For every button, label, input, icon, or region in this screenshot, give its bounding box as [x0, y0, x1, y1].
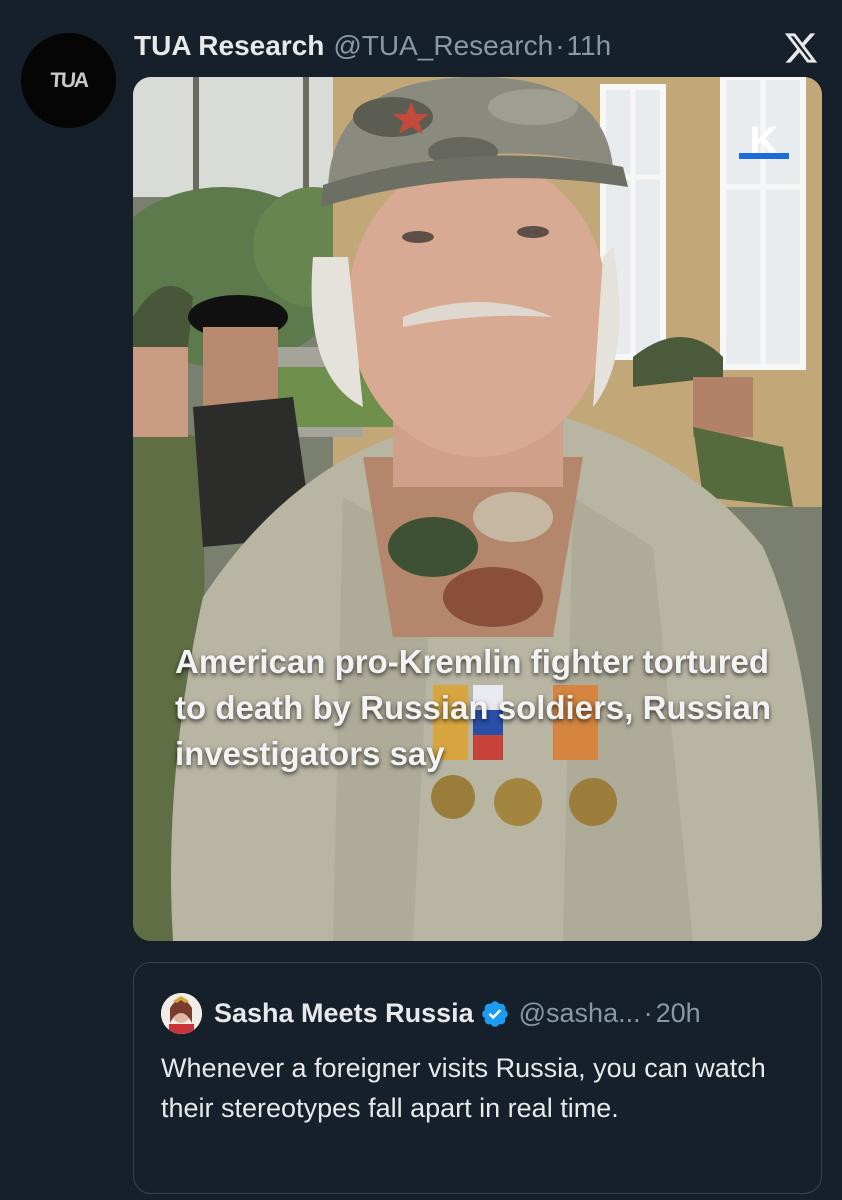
quoted-author-handle[interactable]: @sasha... [519, 998, 641, 1029]
x-logo-icon[interactable] [783, 30, 819, 66]
quoted-author-name[interactable]: Sasha Meets Russia [214, 998, 474, 1029]
quoted-header-separator: · [643, 998, 653, 1028]
author-avatar[interactable]: TUA [21, 33, 116, 128]
quoted-post-timestamp[interactable]: 20h [656, 998, 701, 1029]
media-caption-text: American pro-Kremlin fighter tortured to… [175, 643, 771, 772]
quoted-post-header: Sasha Meets Russia @sasha... · 20h [161, 993, 701, 1034]
tweet: TUA TUA Research @TUA_Research · 11h K A… [0, 0, 842, 1200]
photo-illustration [133, 77, 822, 941]
author-display-name[interactable]: TUA Research [134, 30, 324, 62]
quoted-avatar-image [161, 993, 202, 1034]
avatar-logo-text: TUA [49, 68, 88, 92]
header-separator: · [555, 30, 565, 61]
quoted-post-text: Whenever a foreigner visits Russia, you … [161, 1053, 766, 1123]
news-logo-underline [739, 153, 789, 159]
author-handle[interactable]: @TUA_Research [333, 30, 553, 62]
media-image[interactable]: K American pro-Kremlin fighter tortured … [133, 77, 822, 941]
tweet-header: TUA Research @TUA_Research · 11h [134, 30, 611, 66]
quoted-post[interactable]: Sasha Meets Russia @sasha... · 20h Whene… [133, 962, 822, 1194]
verified-badge-icon [481, 1000, 508, 1027]
post-timestamp[interactable]: 11h [567, 30, 612, 62]
quoted-author-avatar[interactable] [161, 993, 202, 1034]
